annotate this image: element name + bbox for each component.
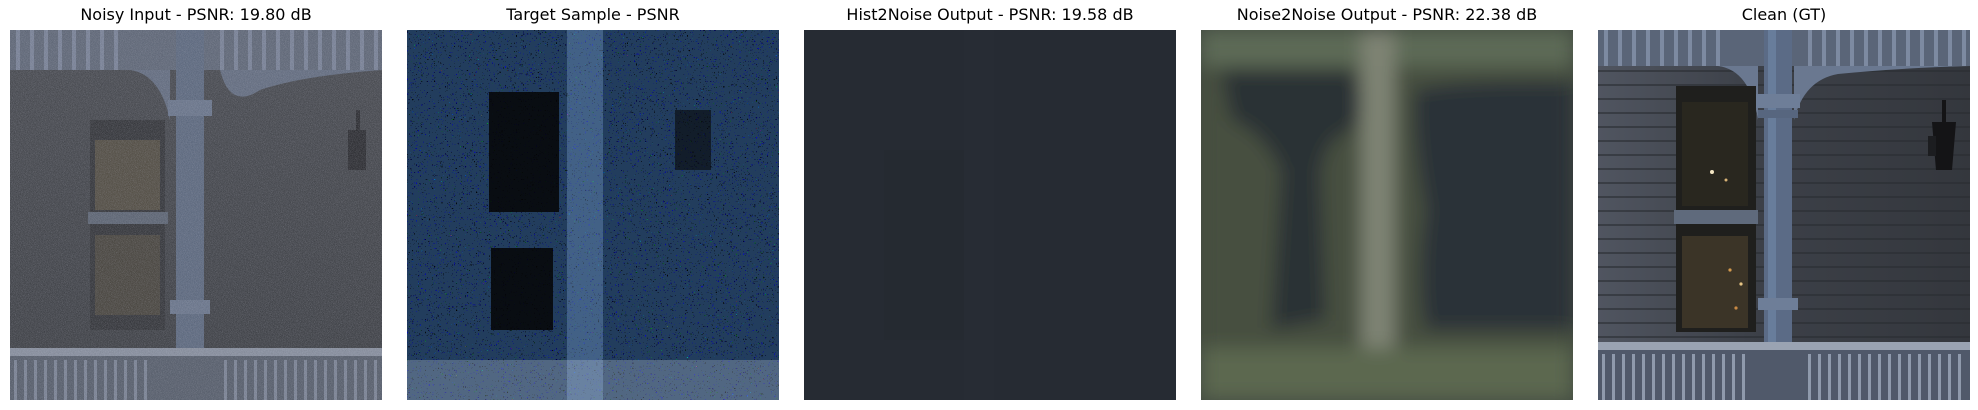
panel-clean-gt: Clean (GT) [1598, 0, 1970, 410]
panel-noisy-input: Noisy Input - PSNR: 19.80 dB [10, 0, 382, 410]
panel-title: Noisy Input - PSNR: 19.80 dB [80, 5, 312, 24]
noisy-input-image [10, 30, 382, 400]
hist2noise-output-image [804, 30, 1176, 400]
panel-title: Clean (GT) [1741, 5, 1827, 24]
target-sample-image [407, 30, 779, 400]
noise2noise-output-image [1201, 30, 1573, 400]
panel-noise2noise-output: Noise2Noise Output - PSNR: 22.38 dB [1201, 0, 1573, 410]
panel-title: Noise2Noise Output - PSNR: 22.38 dB [1236, 5, 1538, 24]
panel-hist2noise-output: Hist2Noise Output - PSNR: 19.58 dB [804, 0, 1176, 410]
panel-title: Target Sample - PSNR [506, 5, 680, 24]
clean-gt-image [1598, 30, 1970, 400]
panel-title: Hist2Noise Output - PSNR: 19.58 dB [846, 5, 1134, 24]
panel-target-sample: Target Sample - PSNR [407, 0, 779, 410]
